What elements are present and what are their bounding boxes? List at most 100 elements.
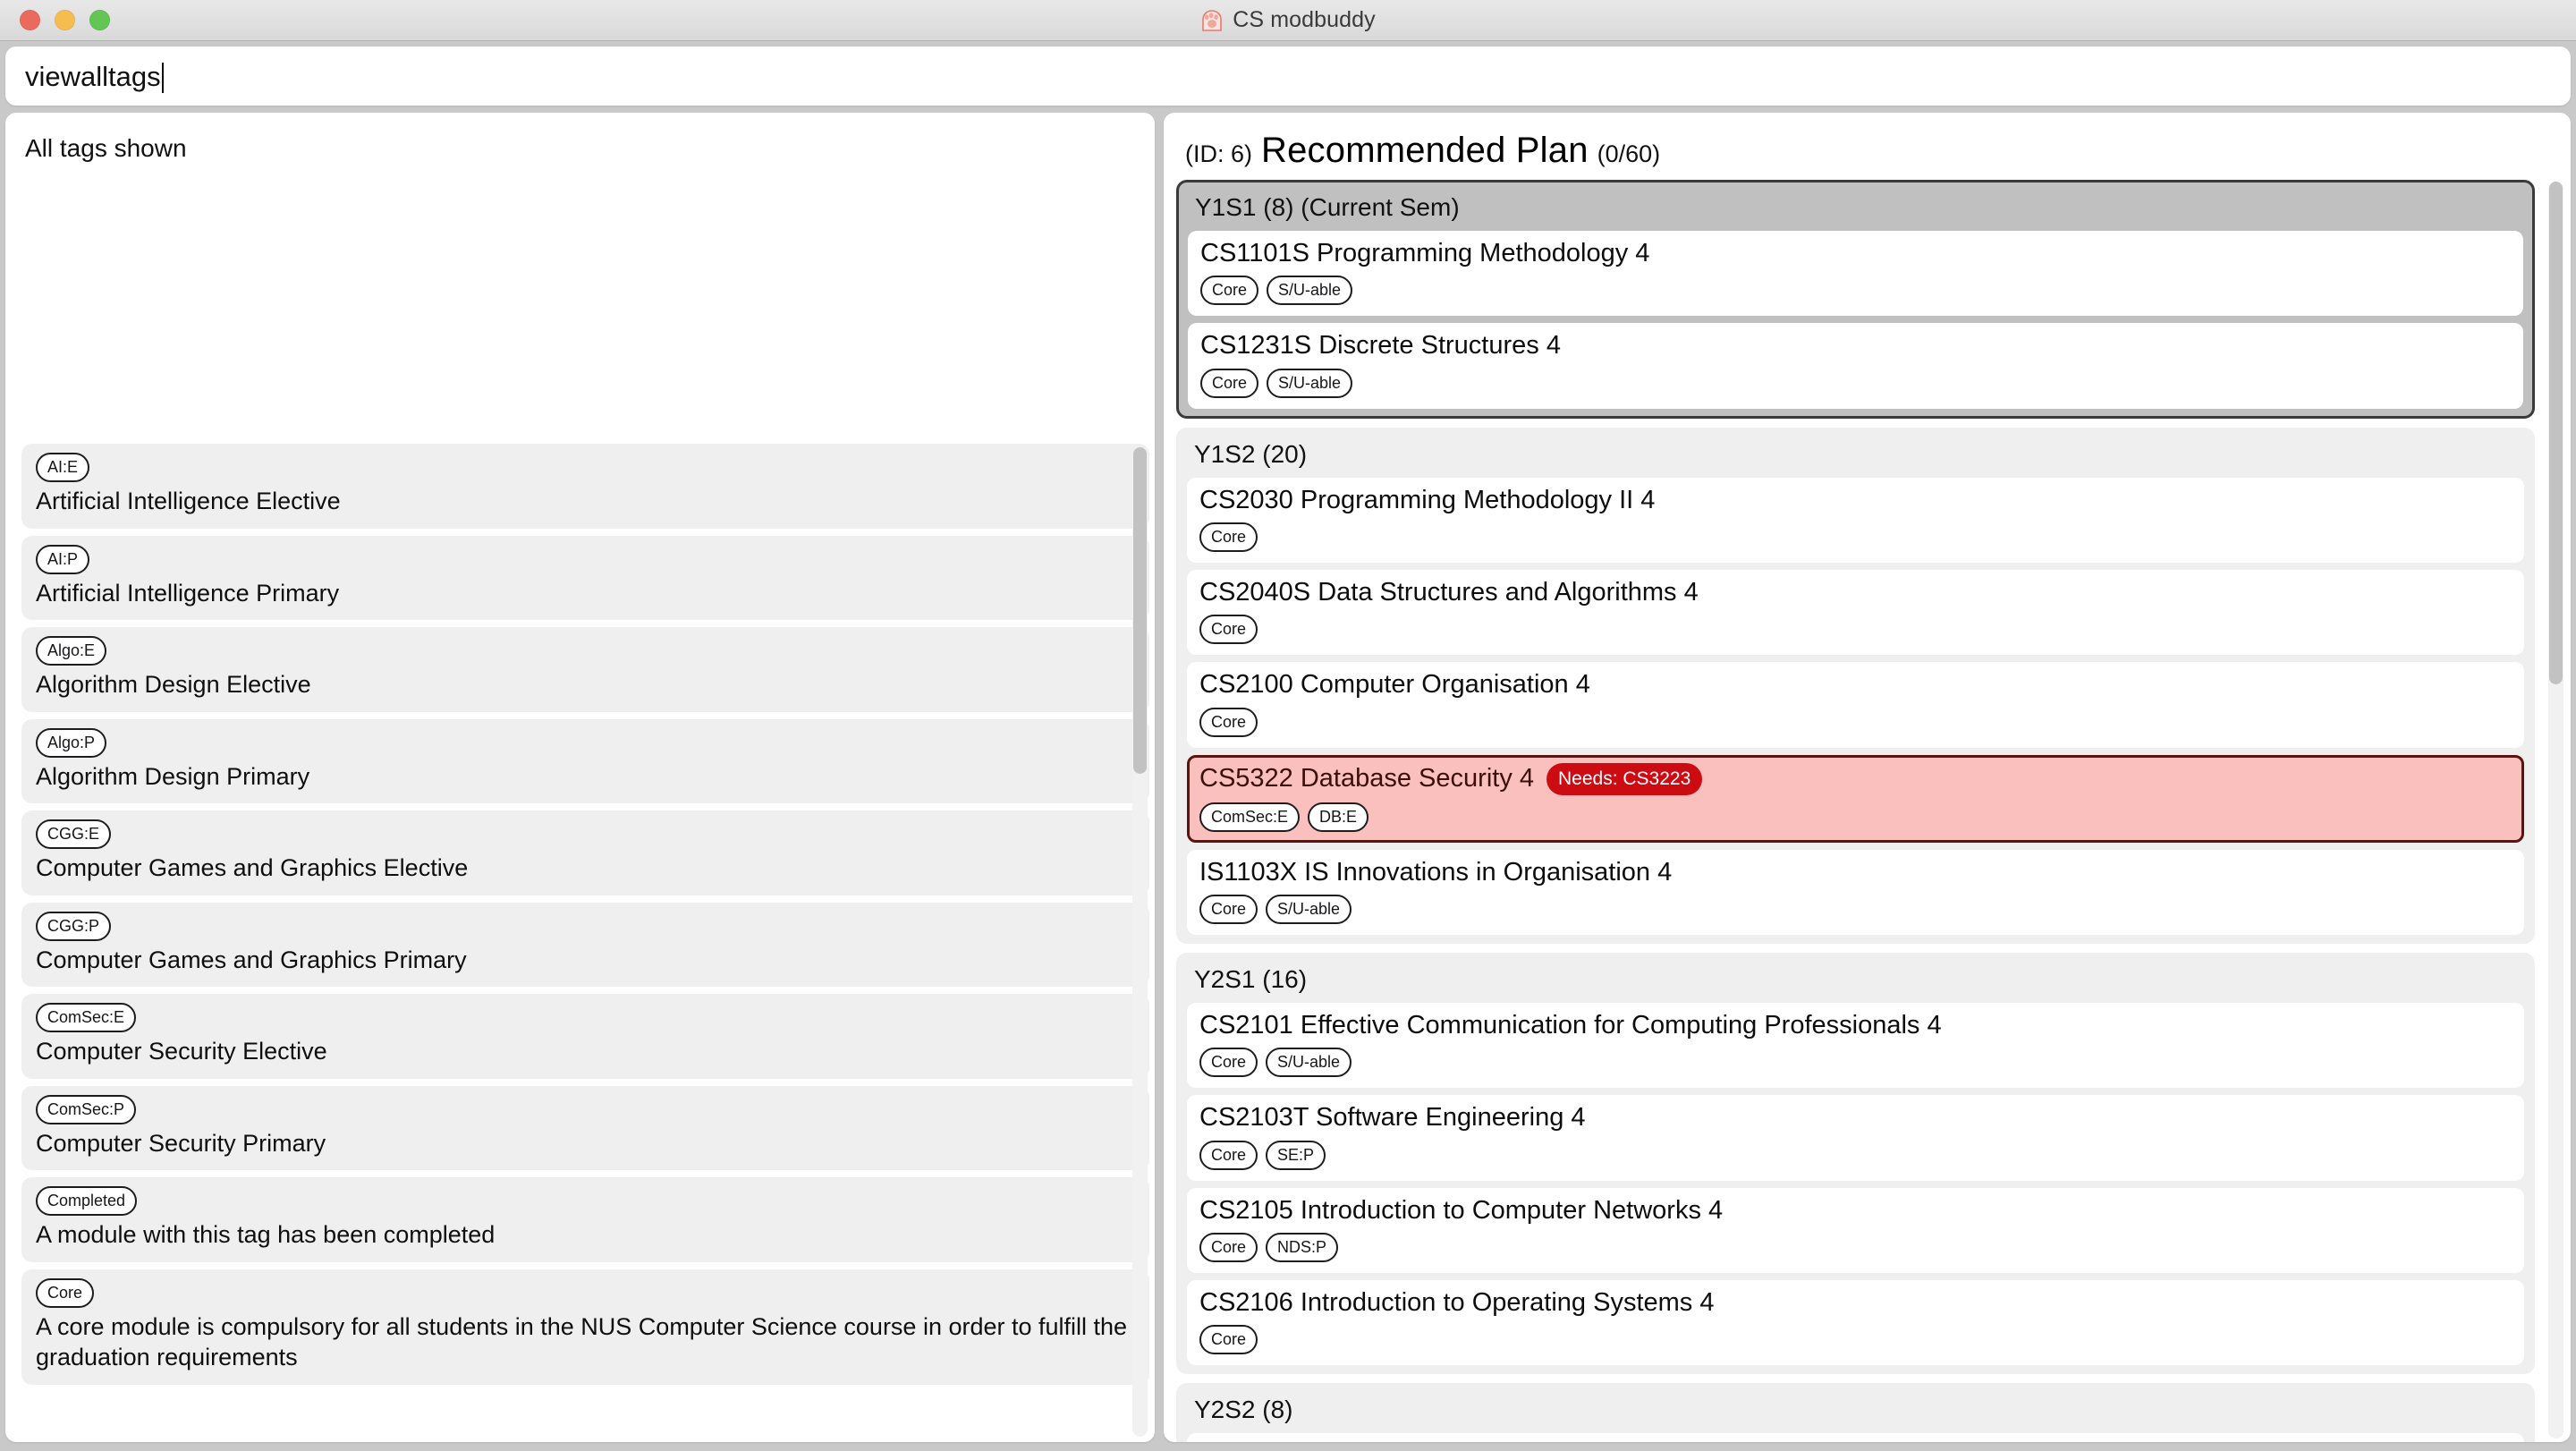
tag-list-scrollbar[interactable]: [1132, 447, 1148, 1437]
tag-code-badge: Core: [36, 1277, 95, 1308]
command-input[interactable]: viewalltags: [25, 63, 161, 90]
tag-list-item[interactable]: Algo:P Algorithm Design Primary: [21, 718, 1149, 804]
module-tag-badge: Core: [1199, 1048, 1258, 1078]
plan-panel: (ID: 6) Recommended Plan (0/60) Y1S1 (8)…: [1164, 113, 2571, 1442]
module-card[interactable]: IS1103X IS Innovations in Organisation 4…: [1187, 849, 2524, 936]
module-tag-badge: Core: [1199, 1233, 1258, 1263]
tag-description: Artificial Intelligence Primary: [36, 579, 340, 607]
module-title: IS1103X IS Innovations in Organisation 4: [1199, 857, 1673, 887]
command-input-box[interactable]: viewalltags: [5, 47, 2571, 106]
app-body: viewalltags All tags shown AI:E Artificia…: [0, 41, 2576, 1451]
text-caret: [161, 63, 164, 93]
paw-icon: [1202, 9, 1223, 31]
tag-description: Computer Security Primary: [36, 1129, 326, 1157]
module-card[interactable]: CS2105 Introduction to Computer Networks…: [1187, 1187, 2524, 1274]
prerequisite-warning-badge: Needs: CS3223: [1546, 762, 1703, 795]
tag-list-item[interactable]: AI:P Artificial Intelligence Primary: [21, 535, 1149, 621]
module-title: CS2103T Software Engineering 4: [1199, 1103, 1586, 1133]
app-window: CS modbuddy viewalltags All tags shown A…: [0, 0, 2576, 1451]
module-card[interactable]: CS2100 Computer Organisation 4 Core: [1187, 662, 2524, 748]
module-title-row: CS2106 Introduction to Operating Systems…: [1199, 1288, 2512, 1318]
plan-mc-count: (0/60): [1597, 140, 1661, 167]
module-title-row: CS2103T Software Engineering 4: [1199, 1103, 2512, 1133]
module-title: CS2105 Introduction to Computer Networks…: [1199, 1195, 1724, 1225]
module-tag-badge: Core: [1199, 615, 1258, 645]
semester-block-current: Y1S1 (8) (Current Sem) CS1101S Programmin…: [1176, 180, 2535, 419]
module-card[interactable]: CS1101S Programming Methodology 4 Core S/U…: [1188, 231, 2523, 317]
module-title: CS1231S Discrete Structures 4: [1200, 331, 1561, 361]
tag-list-item[interactable]: AI:E Artificial Intelligence Elective: [21, 444, 1149, 529]
tag-description: A module with this tag has been complete…: [36, 1221, 496, 1249]
maximize-button[interactable]: [89, 10, 110, 30]
module-title: CS2101 Effective Communication for Compu…: [1199, 1011, 1942, 1040]
tag-list-scroll-thumb[interactable]: [1133, 447, 1147, 774]
tag-list-item[interactable]: Core A core module is compulsory for all …: [21, 1269, 1149, 1386]
tag-status-text: All tags shown: [25, 134, 187, 162]
tag-list-item[interactable]: Algo:E Algorithm Design Elective: [21, 627, 1149, 712]
semester-label: Y1S2 (20): [1194, 439, 1308, 468]
minimize-button[interactable]: [55, 10, 75, 30]
semester-list[interactable]: Y1S1 (8) (Current Sem) CS1101S Programmin…: [1164, 180, 2571, 1442]
module-title: CS1101S Programming Methodology 4: [1200, 239, 1650, 267]
semester-block: Y2S2 (8) CS3230 Design and Analysis of Al…: [1176, 1383, 2535, 1442]
module-tag-badge: S/U-able: [1267, 276, 1353, 306]
tag-code-badge: ComSec:P: [36, 1094, 137, 1124]
tag-description: A core module is compulsory for all stud…: [36, 1312, 1128, 1371]
tag-list-item[interactable]: CGG:P Computer Games and Graphics Primary: [21, 902, 1149, 988]
module-tag-badge: Core: [1200, 276, 1259, 306]
module-title-row: CS5322 Database Security 4 Needs: CS3223: [1199, 762, 2512, 795]
module-title: CS2040S Data Structures and Algorithms 4: [1199, 578, 1699, 607]
tag-code-badge: CGG:E: [36, 819, 112, 850]
module-title-row: CS3230 Design and Analysis of Algorithms…: [1199, 1441, 2512, 1442]
module-tag-list: Core: [1199, 707, 2512, 737]
module-title: CS2106 Introduction to Operating Systems…: [1199, 1288, 1715, 1318]
module-card-warning[interactable]: CS5322 Database Security 4 Needs: CS3223 C…: [1187, 754, 2524, 843]
tag-list[interactable]: AI:E Artificial Intelligence Elective AI:P…: [5, 444, 1155, 1442]
close-button[interactable]: [20, 10, 40, 30]
module-card[interactable]: CS3230 Design and Analysis of Algorithms…: [1187, 1433, 2524, 1442]
tag-description: Artificial Intelligence Elective: [36, 488, 341, 514]
module-tag-list: Core S/U-able: [1200, 276, 2511, 306]
tag-list-item[interactable]: ComSec:E Computer Security Elective: [21, 994, 1149, 1079]
module-tag-badge: ComSec:E: [1199, 802, 1301, 832]
module-title: CS2100 Computer Organisation 4: [1199, 670, 1590, 700]
plan-title: Recommended Plan: [1261, 131, 1589, 170]
module-card[interactable]: CS2030 Programming Methodology II 4 Core: [1187, 477, 2524, 564]
tag-code-badge: ComSec:E: [36, 1003, 137, 1033]
module-card[interactable]: CS2106 Introduction to Operating Systems…: [1187, 1280, 2524, 1366]
module-tag-badge: Core: [1200, 368, 1259, 398]
module-title-row: CS2040S Data Structures and Algorithms 4: [1199, 578, 2512, 607]
module-tag-list: Core S/U-able: [1199, 895, 2512, 925]
window-controls: [20, 10, 110, 30]
title-bar-center: CS modbuddy: [0, 0, 2576, 40]
panels-container: All tags shown AI:E Artificial Intelligen…: [5, 113, 2571, 1442]
module-card[interactable]: CS1231S Discrete Structures 4 Core S/U-abl…: [1188, 323, 2523, 409]
module-card[interactable]: CS2103T Software Engineering 4 Core SE:P: [1187, 1095, 2524, 1181]
plan-scroll-thumb[interactable]: [2549, 182, 2563, 684]
module-card[interactable]: CS2040S Data Structures and Algorithms 4…: [1187, 570, 2524, 656]
module-tag-badge: Core: [1199, 1325, 1258, 1355]
tag-description: Computer Security Elective: [36, 1038, 327, 1065]
tag-list-item[interactable]: CGG:E Computer Games and Graphics Electiv…: [21, 810, 1149, 895]
module-tag-badge: NDS:P: [1266, 1233, 1339, 1263]
module-tag-list: Core: [1199, 522, 2512, 553]
tag-code-badge: CGG:P: [36, 911, 112, 941]
tag-code-badge: Algo:P: [36, 727, 107, 758]
module-title: CS2030 Programming Methodology II 4: [1199, 485, 1656, 514]
plan-scrollbar[interactable]: [2548, 182, 2563, 1438]
tag-code-badge: Algo:E: [36, 636, 107, 666]
tag-code-badge: AI:P: [36, 544, 90, 574]
module-title-row: CS1101S Programming Methodology 4: [1200, 239, 2511, 268]
module-card[interactable]: CS2101 Effective Communication for Compu…: [1187, 1003, 2524, 1089]
module-tag-badge: S/U-able: [1267, 368, 1353, 398]
tag-list-item[interactable]: Completed A module with this tag has been…: [21, 1177, 1149, 1262]
module-title-row: CS2030 Programming Methodology II 4: [1199, 486, 2512, 515]
module-tag-list: ComSec:E DB:E: [1199, 802, 2512, 832]
module-tag-badge: S/U-able: [1266, 895, 1352, 925]
title-bar: CS modbuddy: [0, 0, 2576, 41]
module-title: CS3230 Design and Analysis of Algorithms…: [1199, 1441, 1713, 1442]
module-tag-badge: S/U-able: [1266, 1048, 1352, 1078]
tag-list-item[interactable]: ComSec:P Computer Security Primary: [21, 1085, 1149, 1171]
tag-panel: All tags shown AI:E Artificial Intelligen…: [5, 113, 1155, 1442]
module-title-row: CS2101 Effective Communication for Compu…: [1199, 1011, 2512, 1040]
